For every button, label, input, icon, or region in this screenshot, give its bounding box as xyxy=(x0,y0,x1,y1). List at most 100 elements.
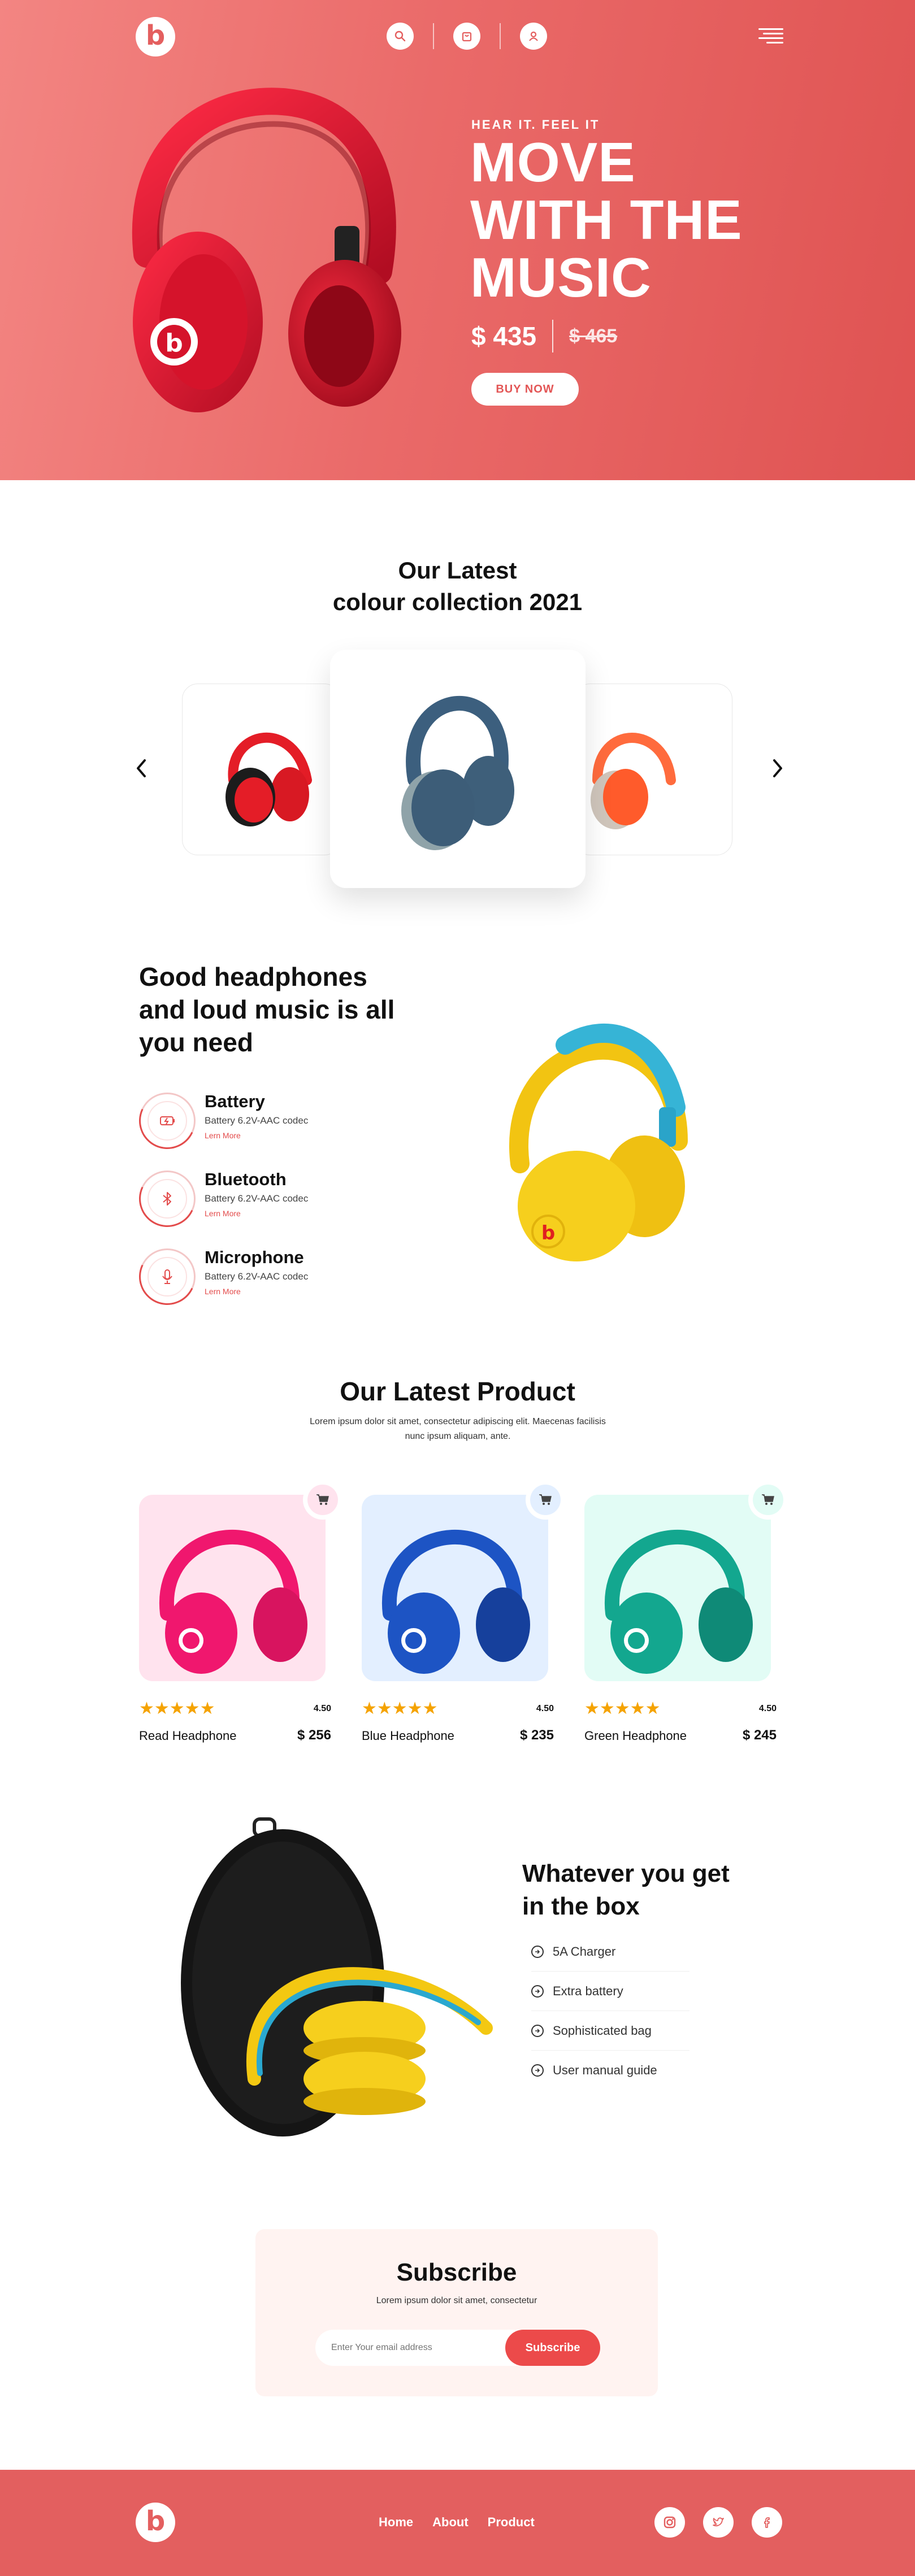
hero-section: b b HEAR IT. FEEL IT MOVE WITH THE MUSIC… xyxy=(0,0,915,480)
latest-products-title: Our Latest Product xyxy=(340,1377,575,1406)
carousel-next-button[interactable] xyxy=(766,757,789,780)
product-price: $ 245 xyxy=(742,1728,777,1743)
instagram-button[interactable] xyxy=(654,2507,685,2538)
collection-card-orange[interactable] xyxy=(574,684,732,855)
product-name: Read Headphone xyxy=(139,1729,237,1743)
bluetooth-icon xyxy=(163,1192,171,1206)
buy-now-button[interactable]: BUY NOW xyxy=(471,373,579,406)
bag-icon xyxy=(462,32,472,42)
product-card-blue[interactable]: ★★★★★ 4.50 Blue Headphone $ 235 xyxy=(362,1480,565,1751)
footer-logo[interactable]: b xyxy=(136,2503,175,2542)
feature-desc: Battery 6.2V-AAC codec xyxy=(205,1115,309,1126)
footer-link-about[interactable]: About xyxy=(432,2515,469,2530)
feature-icon-ring xyxy=(139,1170,196,1227)
footer-link-home[interactable]: Home xyxy=(379,2515,413,2530)
carousel-prev-button[interactable] xyxy=(130,757,153,780)
chevron-right-icon xyxy=(773,759,782,777)
add-to-cart-button[interactable] xyxy=(748,1480,788,1520)
add-to-cart-button[interactable] xyxy=(526,1480,565,1520)
product-card-red[interactable]: ★★★★★ 4.50 Read Headphone $ 256 xyxy=(139,1480,342,1751)
product-image-box xyxy=(139,1495,326,1681)
feature-name: Battery xyxy=(205,1091,265,1111)
hero-title: MOVE WITH THE MUSIC xyxy=(470,133,787,306)
footer: b Home About Product xyxy=(0,2470,915,2576)
collection-card-red[interactable] xyxy=(182,684,340,855)
cart-icon xyxy=(316,1494,329,1505)
feature-desc: Battery 6.2V-AAC codec xyxy=(205,1271,309,1282)
add-to-cart-button[interactable] xyxy=(303,1480,342,1520)
hero-title-line: WITH THE xyxy=(470,189,743,251)
footer-link-product[interactable]: Product xyxy=(488,2515,535,2530)
brand-logo[interactable]: b xyxy=(136,17,175,56)
green-headphones-image xyxy=(604,1529,753,1674)
inbox-item-label: User manual guide xyxy=(553,2063,657,2077)
search-icon xyxy=(394,31,406,42)
product-name: Green Headphone xyxy=(584,1729,687,1743)
old-price: $ 465 xyxy=(569,325,618,347)
twitter-icon xyxy=(713,2517,724,2527)
arrow-circle-icon xyxy=(531,1945,544,1958)
star-rating: ★★★★★ xyxy=(362,1699,438,1718)
hero-title-line: MOVE xyxy=(470,131,636,193)
subscribe-card: Subscribe Lorem ipsum dolor sit amet, co… xyxy=(255,2229,658,2396)
product-card-green[interactable]: ★★★★★ 4.50 Green Headphone $ 245 xyxy=(584,1480,788,1751)
features-title: Good headphones and loud music is all yo… xyxy=(139,960,410,1059)
inbox-title-line: Whatever you get xyxy=(522,1860,730,1887)
product-image-box xyxy=(584,1495,771,1681)
twitter-button[interactable] xyxy=(703,2507,734,2538)
landing-page: b b HEAR IT. FEEL IT MOVE WITH THE MUSIC… xyxy=(0,0,915,2576)
instagram-icon xyxy=(664,2516,676,2529)
facebook-button[interactable] xyxy=(752,2507,782,2538)
rating-value: 4.50 xyxy=(536,1704,554,1713)
learn-more-link[interactable]: Lern More xyxy=(205,1287,241,1296)
feature-desc: Battery 6.2V-AAC codec xyxy=(205,1193,309,1204)
cart-icon xyxy=(539,1494,552,1505)
subscribe-desc: Lorem ipsum dolor sit amet, consectetur xyxy=(376,2296,537,2305)
bag-button[interactable] xyxy=(453,23,480,50)
logo-letter: b xyxy=(145,2505,166,2537)
learn-more-link[interactable]: Lern More xyxy=(205,1131,241,1140)
hero-eyebrow: HEAR IT. FEEL IT xyxy=(471,118,600,132)
feature-icon-ring xyxy=(139,1248,196,1305)
svg-text:b: b xyxy=(541,1222,555,1245)
orange-headphones-image xyxy=(591,733,676,829)
product-price: $ 235 xyxy=(519,1728,554,1743)
facebook-icon xyxy=(764,2517,770,2528)
rating-value: 4.50 xyxy=(758,1704,777,1713)
nav-divider xyxy=(433,23,434,49)
product-price: $ 256 xyxy=(297,1728,331,1743)
hero-price-row: $ 435 $ 465 xyxy=(471,320,617,353)
inbox-item: Sophisticated bag xyxy=(531,2011,689,2051)
star-rating: ★★★★★ xyxy=(139,1699,215,1718)
inbox-item: 5A Charger xyxy=(531,1932,689,1972)
inbox-item: User manual guide xyxy=(531,2051,689,2090)
microphone-icon xyxy=(162,1269,172,1284)
feature-bluetooth: Bluetooth Battery 6.2V-AAC codec Lern Mo… xyxy=(139,1165,433,1238)
product-image-box xyxy=(362,1495,548,1681)
inbox-item-label: Extra battery xyxy=(553,1983,623,1998)
footer-nav: Home About Product xyxy=(379,2515,535,2530)
current-price: $ 435 xyxy=(471,321,537,351)
features-title-line: Good headphones xyxy=(139,962,367,991)
arrow-circle-icon xyxy=(531,2064,544,2077)
feature-icon-ring xyxy=(139,1093,196,1149)
menu-icon[interactable] xyxy=(758,27,783,45)
nav-divider xyxy=(500,23,501,49)
cart-icon xyxy=(762,1494,774,1505)
collection-card-navy[interactable] xyxy=(330,650,586,888)
headphones-case-image xyxy=(181,1817,493,2136)
feature-name: Microphone xyxy=(205,1247,304,1267)
inbox-item-label: Sophisticated bag xyxy=(553,2023,652,2038)
arrow-circle-icon xyxy=(531,2024,544,2037)
arrow-circle-icon xyxy=(531,1985,544,1998)
collection-title-line2: colour collection 2021 xyxy=(332,589,583,615)
chevron-left-icon xyxy=(137,759,146,777)
search-button[interactable] xyxy=(387,23,414,50)
user-button[interactable] xyxy=(520,23,547,50)
header-icons xyxy=(387,23,547,50)
user-icon xyxy=(529,31,538,41)
subscribe-button[interactable]: Subscribe xyxy=(505,2330,600,2366)
inbox-item-label: 5A Charger xyxy=(553,1944,616,1959)
battery-icon xyxy=(160,1116,175,1125)
learn-more-link[interactable]: Lern More xyxy=(205,1209,241,1218)
